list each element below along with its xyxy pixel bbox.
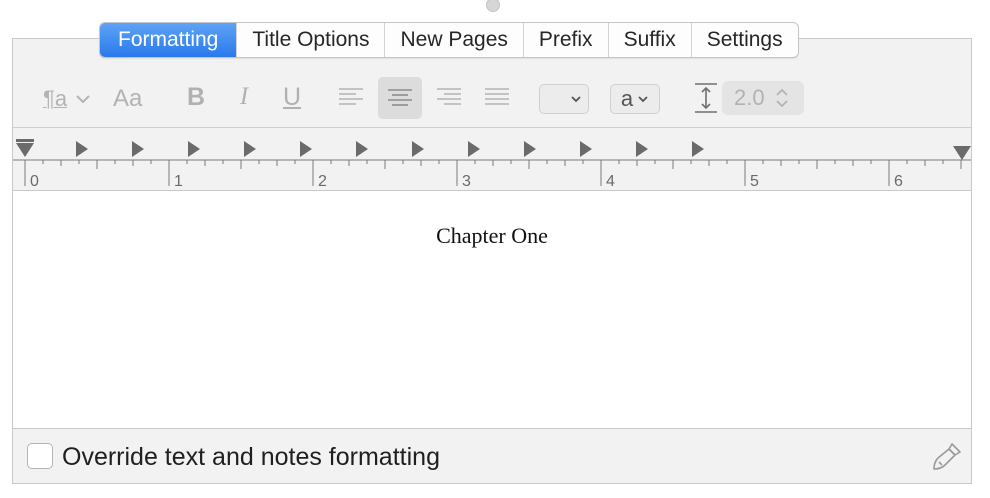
tab-stop-marker xyxy=(244,141,256,157)
tab-stop-marker xyxy=(524,141,536,157)
tab-stop-marker xyxy=(356,141,368,157)
paragraph-style-popup[interactable]: ¶a xyxy=(43,84,91,114)
align-left-button[interactable] xyxy=(333,80,369,114)
window-resize-dot xyxy=(486,0,500,12)
tab-stop-marker xyxy=(692,141,704,157)
chevron-down-icon xyxy=(76,95,90,104)
stepper-arrows-icon[interactable] xyxy=(775,86,789,110)
ruler-label: 3 xyxy=(462,173,471,190)
align-justify-button[interactable] xyxy=(479,80,515,114)
line-spacing-value: 2.0 xyxy=(734,85,765,110)
text-color-label: a xyxy=(620,86,634,111)
first-line-indent-marker xyxy=(16,139,34,142)
ruler-label: 5 xyxy=(750,173,759,190)
tab-prefix[interactable]: Prefix xyxy=(522,23,608,57)
tab-stop-marker xyxy=(132,141,144,157)
paragraph-style-glyph: ¶a xyxy=(43,86,68,111)
paintbrush-icon[interactable] xyxy=(930,438,966,474)
italic-button[interactable]: I xyxy=(233,82,255,112)
line-spacing-icon xyxy=(693,82,719,114)
ruler-label: 0 xyxy=(30,173,39,190)
tab-stop-marker xyxy=(76,141,88,157)
underline-button[interactable]: U xyxy=(281,82,303,112)
align-center-icon xyxy=(388,89,412,106)
font-button[interactable]: Aa xyxy=(113,82,142,116)
tab-stop-marker xyxy=(468,141,480,157)
tab-formatting[interactable]: Formatting xyxy=(100,23,237,57)
tab-title-options[interactable]: Title Options xyxy=(236,23,384,57)
align-center-button[interactable] xyxy=(378,77,422,119)
tab-stop-marker xyxy=(580,141,592,157)
bold-button[interactable]: B xyxy=(185,82,207,112)
tab-new-pages[interactable]: New Pages xyxy=(384,23,522,57)
align-right-button[interactable] xyxy=(431,80,467,114)
tab-bar: Formatting Title Options New Pages Prefi… xyxy=(99,22,799,58)
text-color-popup[interactable]: a xyxy=(610,84,660,114)
line-spacing-field[interactable]: 2.0 xyxy=(722,81,804,115)
ruler[interactable]: 0 1 2 3 4 5 6 xyxy=(13,127,971,191)
tab-stop-marker xyxy=(300,141,312,157)
override-formatting-checkbox[interactable] xyxy=(27,443,53,469)
ruler-label: 1 xyxy=(174,173,183,190)
tab-stop-marker xyxy=(412,141,424,157)
right-indent-marker xyxy=(953,146,971,160)
format-preview-editor[interactable]: Chapter One xyxy=(13,191,971,429)
override-formatting-label[interactable]: Override text and notes formatting xyxy=(62,442,440,472)
align-justify-icon xyxy=(485,88,509,105)
tab-suffix[interactable]: Suffix xyxy=(607,23,691,57)
preview-text: Chapter One xyxy=(436,223,548,248)
ruler-scale: 0 1 2 3 4 5 6 xyxy=(13,139,971,190)
chevron-down-icon xyxy=(571,96,581,103)
left-indent-marker xyxy=(16,143,34,157)
align-right-icon xyxy=(437,88,461,105)
tab-stop-marker xyxy=(636,141,648,157)
tab-settings[interactable]: Settings xyxy=(690,23,798,57)
formatting-toolbar: ¶a Aa B I U a 2.0 xyxy=(13,68,971,126)
chevron-down-icon xyxy=(638,96,648,103)
ruler-label: 2 xyxy=(318,173,327,190)
tab-stop-marker xyxy=(188,141,200,157)
ruler-label: 6 xyxy=(894,173,903,190)
highlight-color-popup[interactable] xyxy=(539,84,589,114)
align-left-icon xyxy=(339,88,363,105)
ruler-label: 4 xyxy=(606,173,615,190)
